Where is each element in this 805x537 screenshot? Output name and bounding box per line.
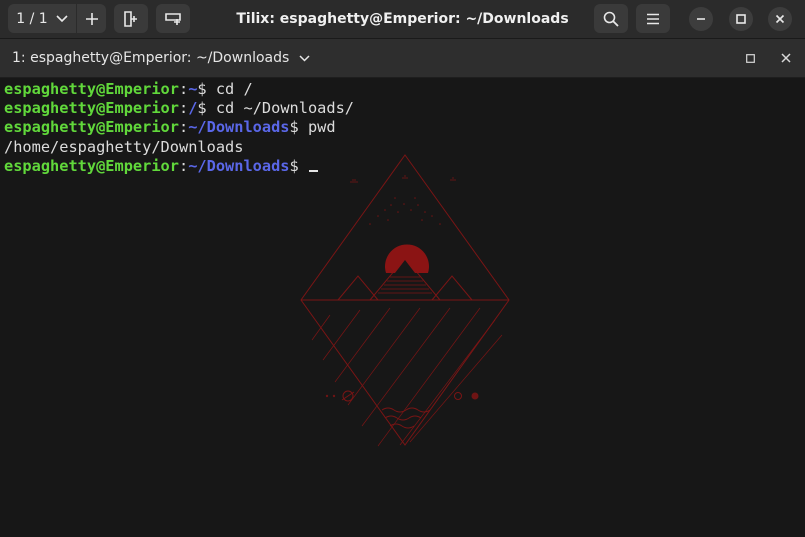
chevron-down-icon [299, 54, 310, 62]
terminal-prompt-line: espaghetty@Emperior:~/Downloads$ [4, 157, 354, 176]
prompt-separator: : [178, 118, 189, 137]
close-icon [781, 53, 791, 63]
terminal-title-bar: 1: espaghetty@Emperior: ~/Downloads [0, 39, 805, 78]
prompt-separator: : [178, 80, 189, 98]
search-button[interactable] [594, 4, 628, 33]
maximize-button[interactable] [729, 7, 753, 31]
split-down-button[interactable] [156, 4, 190, 33]
hamburger-menu-icon [647, 13, 659, 24]
minimize-icon [697, 18, 705, 20]
command-text [299, 157, 308, 175]
command-text: pwd [298, 118, 336, 137]
add-session-button[interactable] [77, 4, 106, 33]
terminal-close-button[interactable] [776, 39, 796, 77]
split-right-icon [124, 10, 137, 27]
chevron-down-icon [56, 14, 68, 22]
prompt-path: ~/Downloads [188, 118, 290, 137]
tilix-window: 1 / 1 Tilix: espaghetty@Emperior: ~/Down… [0, 0, 805, 537]
search-icon [603, 11, 619, 27]
split-right-button[interactable] [114, 4, 148, 33]
prompt-path: ~/Downloads [188, 156, 290, 175]
maximize-icon [745, 53, 755, 63]
terminal-output-line: /home/espaghetty/Downloads [4, 138, 354, 157]
terminal-prompt-line: espaghetty@Emperior:~$ cd / [4, 80, 354, 99]
terminal-prompt-line: espaghetty@Emperior:/$ cd ~/Downloads/ [4, 99, 354, 118]
session-switcher-button[interactable]: 1 / 1 [8, 4, 77, 33]
prompt-dollar: $ [289, 118, 299, 137]
terminal-maximize-button[interactable] [740, 39, 760, 77]
maximize-icon [736, 14, 746, 24]
split-down-icon [165, 12, 181, 25]
main-menu-button[interactable] [636, 4, 670, 33]
terminal-title: 1: espaghetty@Emperior: ~/Downloads [12, 50, 290, 66]
prompt-separator: : [178, 156, 189, 175]
prompt-dollar: $ [197, 99, 207, 118]
wallpaper-mountain-diamond [300, 154, 510, 447]
prompt-dollar: $ [197, 80, 207, 98]
session-counter: 1 / 1 [16, 10, 48, 27]
title-bar: 1 / 1 Tilix: espaghetty@Emperior: ~/Down… [0, 0, 805, 39]
terminal-output: espaghetty@Emperior:~$ cd / espaghetty@Em… [4, 80, 354, 176]
minimize-button[interactable] [689, 7, 713, 31]
close-icon [775, 14, 785, 24]
prompt-user: espaghetty@Emperior [4, 118, 179, 137]
terminal-prompt-line: espaghetty@Emperior:~/Downloads$ pwd [4, 118, 354, 137]
output-text: /home/espaghetty/Downloads [4, 137, 244, 156]
terminal-view[interactable]: espaghetty@Emperior:~$ cd / espaghetty@Em… [0, 78, 805, 537]
prompt-user: espaghetty@Emperior [4, 80, 179, 98]
prompt-user: espaghetty@Emperior [4, 99, 179, 118]
prompt-separator: : [178, 99, 189, 118]
command-text: cd ~/Downloads/ [206, 99, 354, 118]
session-controls: 1 / 1 [8, 4, 106, 33]
close-button[interactable] [768, 7, 792, 31]
prompt-dollar: $ [289, 156, 299, 175]
command-text: cd / [206, 80, 253, 98]
terminal-title-button[interactable]: 1: espaghetty@Emperior: ~/Downloads [12, 39, 310, 77]
text-cursor [308, 169, 318, 172]
plus-icon [85, 12, 98, 25]
prompt-user: espaghetty@Emperior [4, 156, 179, 175]
